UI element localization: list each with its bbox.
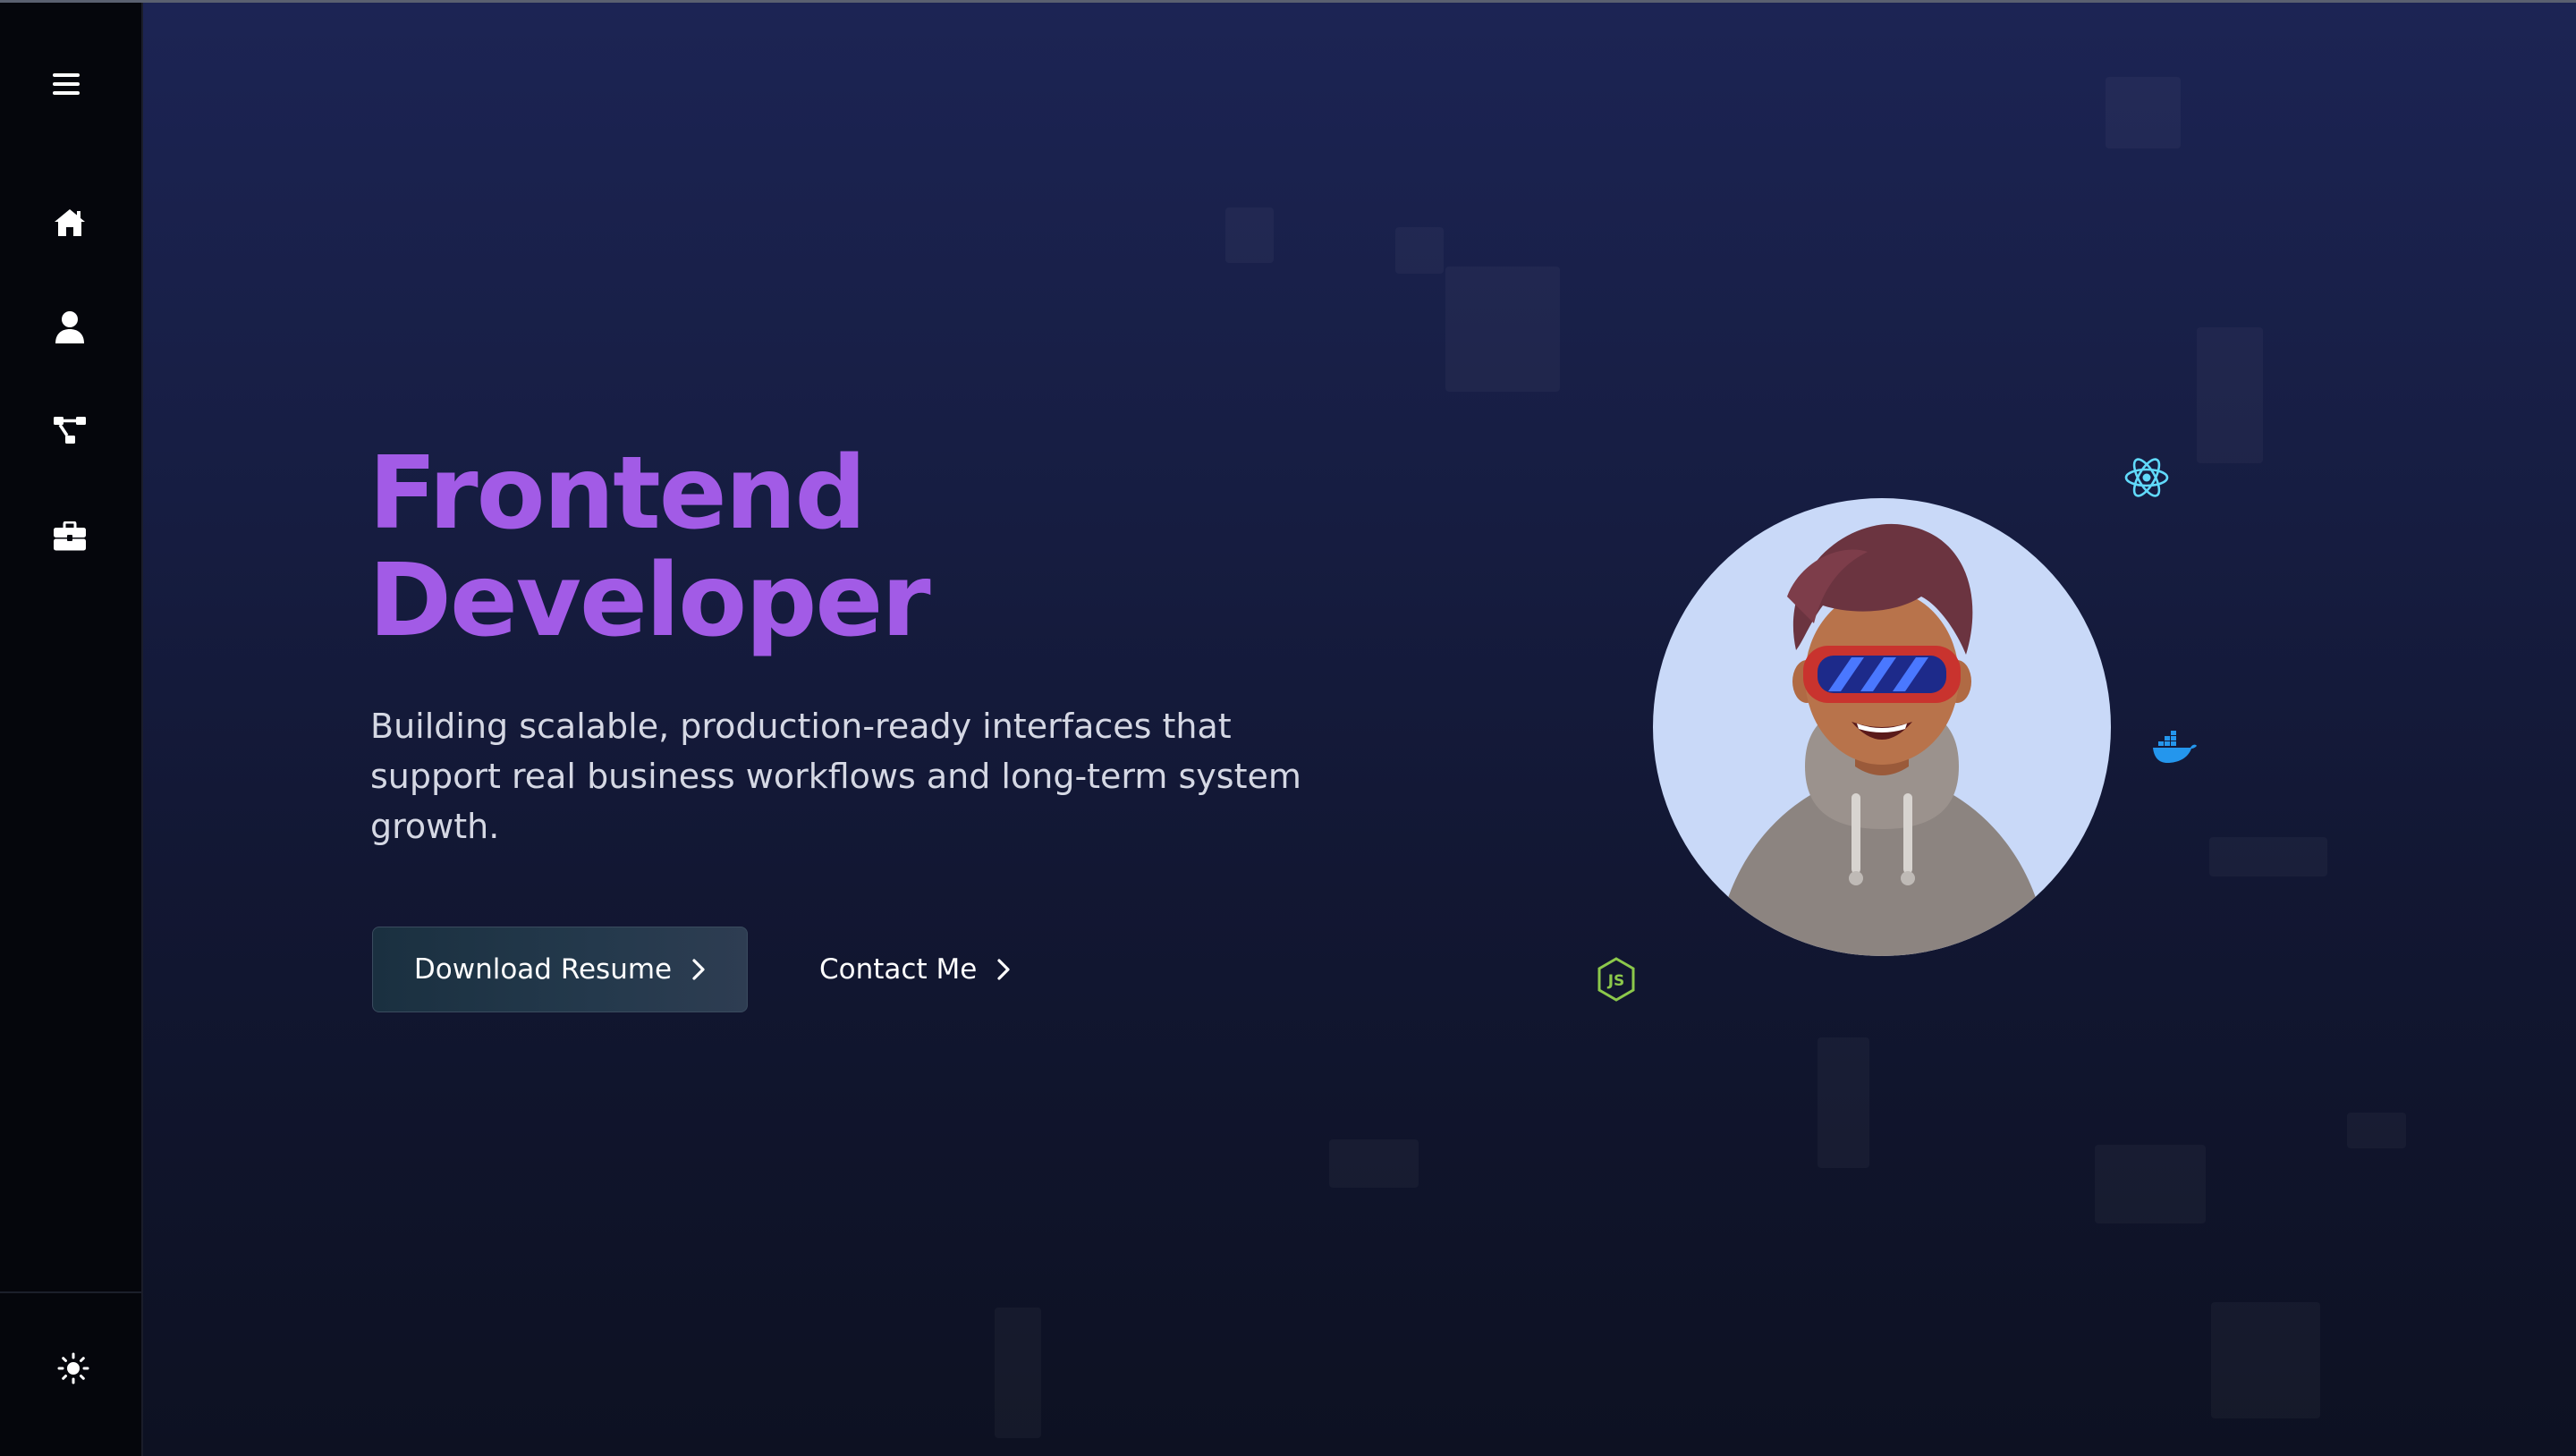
menu-icon bbox=[53, 73, 80, 95]
avatar bbox=[1653, 498, 2111, 956]
top-border bbox=[0, 0, 2576, 3]
sidebar-item-about[interactable] bbox=[43, 301, 97, 354]
download-resume-button[interactable]: Download Resume bbox=[372, 927, 748, 1012]
background-square bbox=[2106, 77, 2181, 148]
background-square bbox=[1225, 207, 1274, 263]
sidebar bbox=[0, 3, 143, 1456]
download-resume-label: Download Resume bbox=[413, 953, 673, 986]
docker-icon bbox=[2153, 731, 2197, 763]
sidebar-item-home[interactable] bbox=[43, 196, 97, 250]
hero-title-line-1: Frontend bbox=[369, 436, 867, 552]
background-square bbox=[1445, 267, 1560, 392]
menu-button[interactable] bbox=[39, 57, 93, 111]
user-icon bbox=[55, 311, 84, 343]
nodejs-floating: JS bbox=[1594, 955, 1639, 1003]
background-square bbox=[2211, 1302, 2320, 1418]
app-root: Frontend Developer Building scalable, pr… bbox=[0, 0, 2576, 1456]
hero-title-line-2: Developer bbox=[369, 543, 931, 659]
sitemap-icon bbox=[54, 417, 86, 444]
background-square bbox=[1329, 1139, 1419, 1188]
nodejs-icon: JS bbox=[1597, 957, 1635, 1002]
home-icon bbox=[55, 209, 85, 236]
sidebar-item-projects[interactable] bbox=[43, 510, 97, 563]
background-square bbox=[1818, 1037, 1869, 1168]
background-square bbox=[1395, 227, 1444, 274]
background-square bbox=[2197, 327, 2263, 463]
sidebar-divider bbox=[0, 1291, 141, 1293]
svg-text:JS: JS bbox=[1607, 972, 1625, 990]
hero-description: Building scalable, production-ready inte… bbox=[370, 707, 1301, 846]
theme-toggle-button[interactable] bbox=[47, 1342, 100, 1395]
chevron-right-icon bbox=[997, 959, 1010, 980]
contact-me-label: Contact Me bbox=[819, 953, 978, 986]
contact-me-button[interactable]: Contact Me bbox=[819, 927, 1011, 1012]
briefcase-icon bbox=[54, 521, 86, 551]
sidebar-item-skills[interactable] bbox=[43, 403, 97, 457]
background-square bbox=[2095, 1145, 2206, 1223]
react-icon bbox=[2124, 458, 2169, 497]
react-floating bbox=[2122, 454, 2172, 501]
background-square bbox=[2347, 1113, 2406, 1148]
avatar-illustration bbox=[1716, 523, 2048, 956]
chevron-right-icon bbox=[692, 959, 705, 980]
sun-icon bbox=[57, 1352, 89, 1384]
background-square bbox=[2209, 837, 2327, 876]
background-square bbox=[995, 1308, 1041, 1438]
hero-title: Frontend Developer bbox=[369, 436, 931, 659]
docker-floating bbox=[2150, 728, 2199, 766]
